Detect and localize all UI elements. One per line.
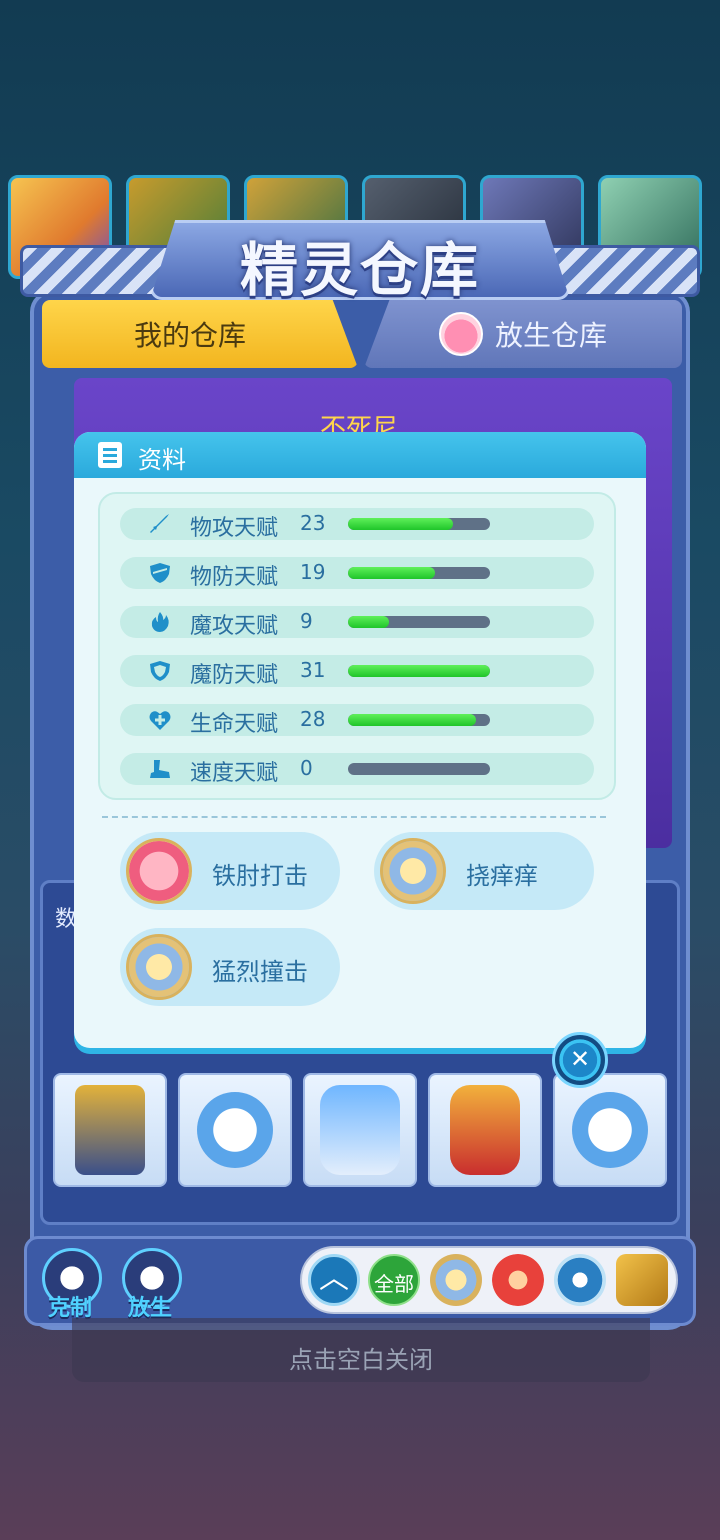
pet-cell[interactable] <box>553 1073 667 1187</box>
heart-plus-icon <box>149 711 171 730</box>
talent-value: 31 <box>300 658 326 682</box>
normal-skill-icon <box>126 934 192 1000</box>
filter-all-button[interactable]: 全部 <box>368 1254 420 1306</box>
fire-type-filter-icon[interactable] <box>492 1254 544 1306</box>
talent-name: 魔攻天赋 <box>190 614 279 639</box>
tap-blank-to-close-hint[interactable]: 点击空白关闭 <box>72 1340 650 1375</box>
talent-row: 生命天赋 28 <box>120 704 594 737</box>
tab-my-warehouse-label: 我的仓库 <box>133 319 246 352</box>
pet-figure <box>320 1085 400 1175</box>
document-icon <box>98 442 122 468</box>
magic-shield-icon <box>150 661 170 681</box>
close-icon: ✕ <box>569 1045 591 1073</box>
chevron-up-icon: ︿ <box>319 1261 349 1296</box>
filter-all-label: 全部 <box>374 1272 414 1296</box>
skill-item[interactable]: 猛烈撞击 <box>120 928 340 1006</box>
info-dialog: 资料 物攻天赋 23 物防天赋 19 魔攻天赋 9 魔防天赋 31 生命天赋 2… <box>74 432 646 1048</box>
pet-figure <box>450 1085 520 1175</box>
talent-value: 28 <box>300 707 326 731</box>
shield-icon <box>150 563 170 583</box>
talent-value: 9 <box>300 609 313 633</box>
talent-name: 速度天赋 <box>190 761 279 786</box>
pet-cell[interactable] <box>53 1073 167 1187</box>
pet-figure <box>197 1092 273 1168</box>
fire-icon <box>151 612 169 632</box>
normal-type-filter-icon[interactable] <box>430 1254 482 1306</box>
talent-row: 魔防天赋 31 <box>120 655 594 688</box>
talent-list: 物攻天赋 23 物防天赋 19 魔攻天赋 9 魔防天赋 31 生命天赋 28 速… <box>98 492 616 800</box>
boot-icon <box>150 760 170 778</box>
talent-name: 物攻天赋 <box>190 516 279 541</box>
skill-name: 猛烈撞击 <box>212 958 308 986</box>
pet-cell[interactable] <box>178 1073 292 1187</box>
close-button[interactable]: ✕ <box>552 1032 608 1088</box>
talent-name: 生命天赋 <box>190 712 279 737</box>
talent-row: 物防天赋 19 <box>120 557 594 590</box>
talent-bar-fill <box>348 567 435 579</box>
talent-row: 物攻天赋 23 <box>120 508 594 541</box>
page-title: 精灵仓库 <box>239 236 480 304</box>
pet-robot-figure <box>75 1085 145 1175</box>
skill-item[interactable]: 挠痒痒 <box>374 832 594 910</box>
talent-bar <box>348 567 490 579</box>
talent-bar <box>348 518 490 530</box>
talent-bar <box>348 714 490 726</box>
talent-name: 物防天赋 <box>190 565 279 590</box>
talent-bar-fill <box>348 616 390 628</box>
tab-my-warehouse[interactable]: 我的仓库 <box>42 300 358 368</box>
talent-name: 魔防天赋 <box>190 663 279 688</box>
divider <box>102 816 606 818</box>
talent-bar-fill <box>348 518 454 530</box>
talent-bar-fill <box>348 665 490 677</box>
pet-cell[interactable] <box>428 1073 542 1187</box>
talent-bar <box>348 665 490 677</box>
dialog-title: 资料 <box>138 446 186 474</box>
title-plate: 精灵仓库 <box>20 215 700 305</box>
skill-name: 铁肘打击 <box>212 862 308 890</box>
pet-cell[interactable] <box>303 1073 417 1187</box>
pet-figure <box>572 1092 648 1168</box>
tab-release-warehouse-label: 放生仓库 <box>494 319 607 352</box>
talent-value: 23 <box>300 511 326 535</box>
skill-item[interactable]: 铁肘打击 <box>120 832 340 910</box>
normal-skill-icon <box>380 838 446 904</box>
pink-pet-icon <box>438 312 483 356</box>
talent-bar-fill <box>348 714 476 726</box>
sword-icon <box>150 514 169 533</box>
collapse-up-button[interactable]: ︿ <box>308 1254 360 1306</box>
talent-row: 速度天赋 0 <box>120 753 594 786</box>
talent-row: 魔攻天赋 9 <box>120 606 594 639</box>
fist-skill-icon <box>126 838 192 904</box>
electric-type-filter-icon[interactable] <box>616 1254 668 1306</box>
dialog-header: 资料 <box>74 432 646 478</box>
talent-value: 19 <box>300 560 326 584</box>
skill-name: 挠痒痒 <box>466 862 538 890</box>
talent-bar <box>348 616 490 628</box>
tab-release-warehouse[interactable]: 放生仓库 <box>364 300 682 368</box>
talent-bar <box>348 763 490 775</box>
talent-value: 0 <box>300 756 313 780</box>
wind-type-filter-icon[interactable] <box>554 1254 606 1306</box>
element-filter-bar: ︿ 全部 <box>300 1246 678 1314</box>
